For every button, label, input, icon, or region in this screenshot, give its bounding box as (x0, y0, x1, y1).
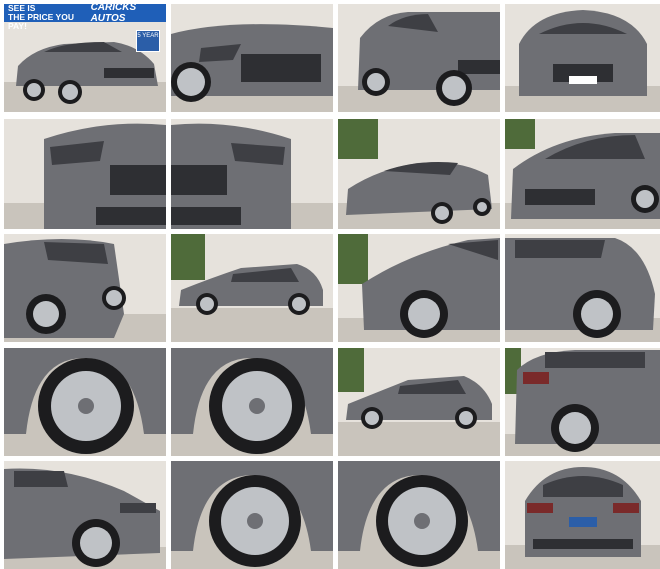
car-photo (4, 461, 166, 569)
photo-front-bumper-closeup[interactable] (171, 4, 333, 112)
car-photo (171, 119, 333, 229)
photo-rear-straight[interactable] (505, 461, 660, 569)
car-photo (171, 461, 333, 569)
photo-grille-left[interactable] (4, 119, 166, 229)
photo-front-wheel-left[interactable] (4, 461, 166, 569)
car-photo (338, 4, 500, 112)
car-photo (4, 348, 166, 456)
photo-front-three-quarter[interactable]: THE PRICE YOU SEE IS THE PRICE YOU PAY! … (4, 4, 166, 112)
photo-side-profile-2[interactable] (338, 348, 500, 456)
photo-wheel-closeup-1[interactable] (4, 348, 166, 456)
dealer-logo: CARICKS AUTOS (90, 4, 137, 24)
photo-side-profile[interactable] (171, 234, 333, 342)
car-photo (505, 119, 660, 229)
car-photo (4, 119, 166, 229)
banner-slogan: THE PRICE YOU SEE IS THE PRICE YOU PAY! (8, 4, 74, 31)
photo-wheel-closeup-3[interactable] (171, 461, 333, 569)
photo-front-straight[interactable] (505, 4, 660, 112)
photo-grille-right[interactable] (171, 119, 333, 229)
car-photo (171, 4, 333, 112)
dealer-banner: THE PRICE YOU SEE IS THE PRICE YOU PAY! … (4, 4, 166, 31)
photo-rear-wheel-closeup[interactable] (505, 348, 660, 456)
car-photo (338, 234, 500, 342)
photo-front-left-angle[interactable] (338, 4, 500, 112)
photo-gallery-grid: THE PRICE YOU SEE IS THE PRICE YOU PAY! … (0, 0, 660, 569)
photo-front-right-angle[interactable] (505, 119, 660, 229)
car-photo (338, 461, 500, 569)
car-photo (338, 119, 500, 229)
car-photo (171, 234, 333, 342)
photo-wheel-closeup-2[interactable] (171, 348, 333, 456)
car-photo (505, 461, 660, 569)
car-photo (4, 234, 166, 342)
car-photo (505, 4, 660, 112)
photo-front-angle-trees[interactable] (338, 119, 500, 229)
car-photo (171, 348, 333, 456)
warranty-badge: 5 YEAR (136, 30, 160, 52)
photo-wheel-closeup-4[interactable] (338, 461, 500, 569)
photo-rear-quarter-right[interactable] (505, 234, 660, 342)
car-photo (505, 234, 660, 342)
car-photo (338, 348, 500, 456)
photo-rear-three-quarter-left[interactable] (4, 234, 166, 342)
photo-front-wheel-right[interactable] (338, 234, 500, 342)
car-photo (505, 348, 660, 456)
